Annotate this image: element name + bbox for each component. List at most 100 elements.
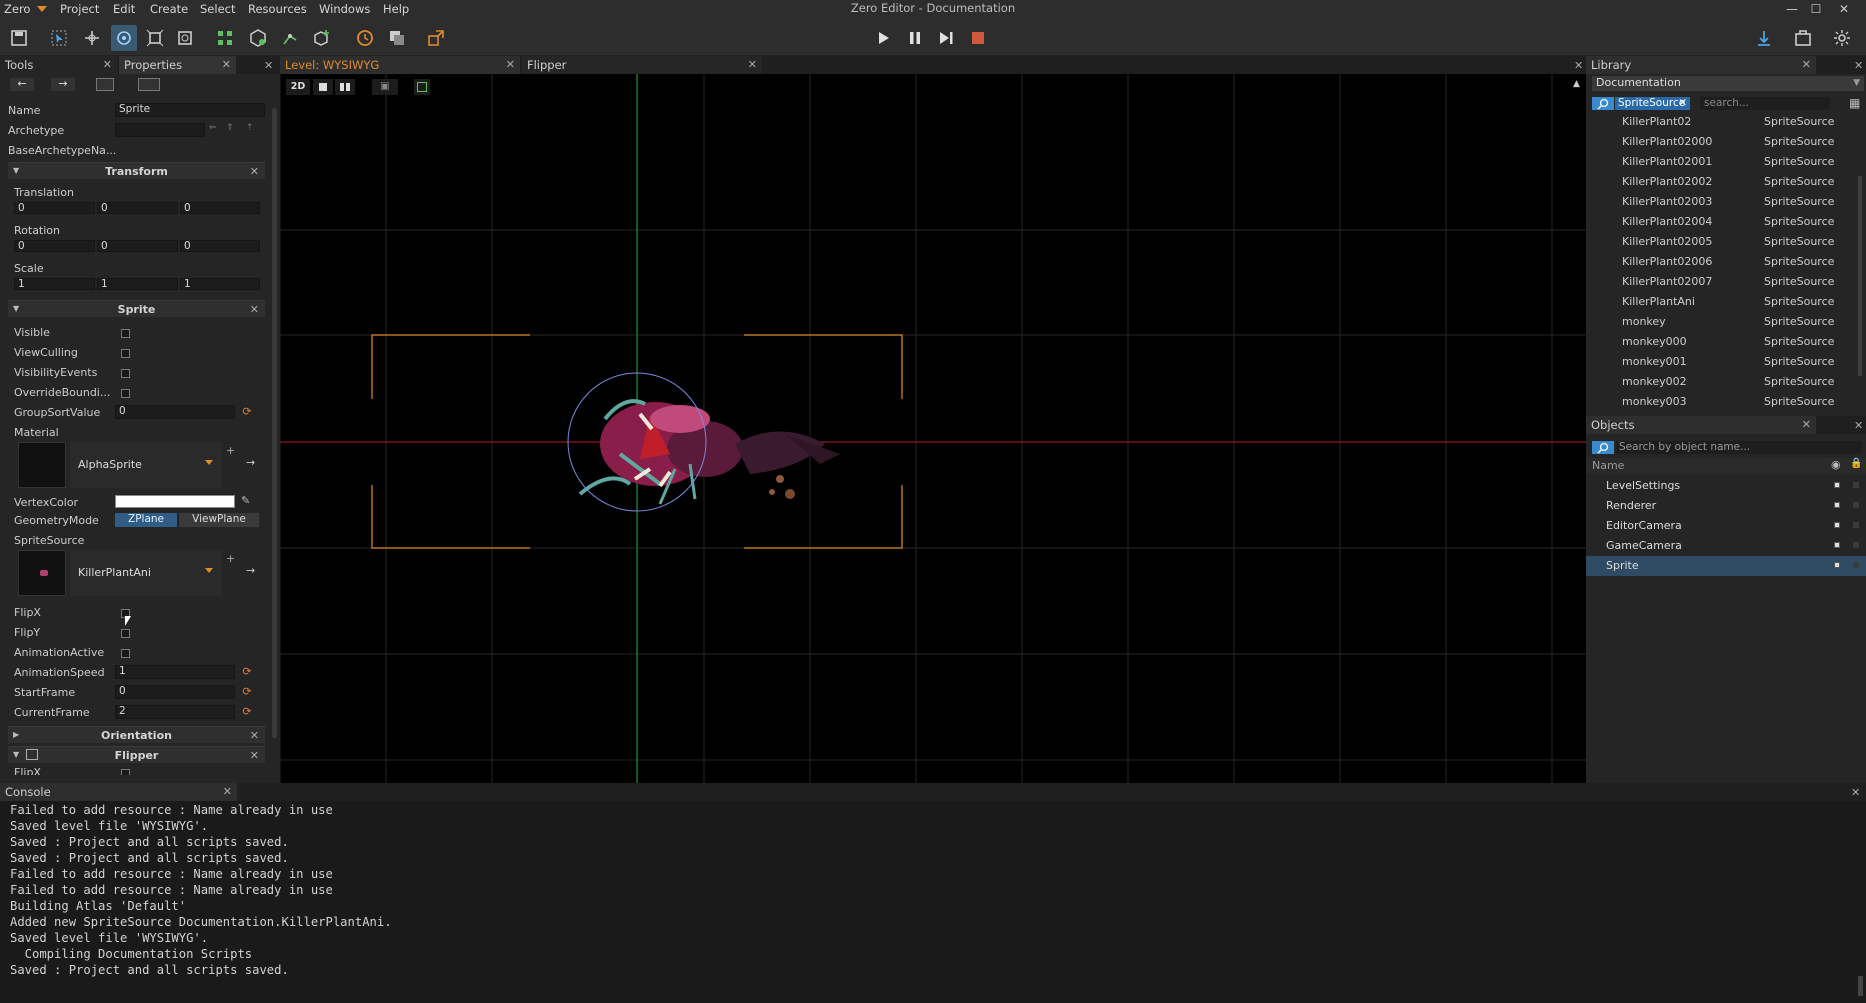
- back-arrow-icon[interactable]: ←: [10, 78, 34, 91]
- start-frame-field[interactable]: 0: [115, 685, 235, 699]
- archetype-field[interactable]: [115, 123, 205, 137]
- close-icon[interactable]: ✕: [222, 56, 231, 74]
- tab-library[interactable]: Library ✕: [1586, 56, 1816, 74]
- play-button[interactable]: [870, 25, 896, 51]
- archetype-upload-icon[interactable]: [138, 78, 160, 91]
- close-icon[interactable]: ✕: [1851, 786, 1860, 799]
- library-item[interactable]: KillerPlant02 SpriteSource: [1587, 112, 1857, 132]
- dropdown-arrow-icon[interactable]: ▼: [1853, 76, 1860, 90]
- library-item[interactable]: monkey SpriteSource: [1587, 312, 1857, 332]
- grid-toggle-button[interactable]: [414, 79, 430, 95]
- properties-scrollbar[interactable]: [272, 108, 277, 738]
- package-icon[interactable]: [1790, 25, 1816, 51]
- tab-console[interactable]: Console ✕: [0, 783, 237, 801]
- rotation-y-field[interactable]: 0: [97, 240, 178, 252]
- reset-icon[interactable]: ⟳: [240, 665, 254, 679]
- translate-tool-icon[interactable]: [79, 25, 105, 51]
- library-search-input[interactable]: search...: [1700, 97, 1830, 110]
- visibility-toggle-icon[interactable]: [1834, 522, 1840, 528]
- sprite-source-selector[interactable]: KillerPlantAni: [70, 550, 222, 596]
- save-icon[interactable]: [6, 25, 32, 51]
- close-icon[interactable]: ✕: [748, 56, 757, 74]
- library-item[interactable]: KillerPlant02004 SpriteSource: [1587, 212, 1857, 232]
- search-icon[interactable]: [1592, 97, 1614, 110]
- orientation-section-header[interactable]: ▶ Orientation ✕: [8, 726, 265, 743]
- name-field[interactable]: Sprite: [115, 103, 265, 117]
- grid-snap-icon[interactable]: [212, 25, 238, 51]
- object-row[interactable]: Renderer: [1586, 496, 1866, 516]
- grid-view-icon[interactable]: ▦: [1849, 97, 1862, 110]
- column-name-header[interactable]: Name: [1592, 459, 1624, 472]
- frame-icon[interactable]: [96, 78, 114, 91]
- vertex-color-swatch[interactable]: [115, 495, 235, 508]
- camera-icon[interactable]: ▣: [372, 79, 398, 95]
- close-icon[interactable]: ✕: [264, 59, 273, 72]
- library-item[interactable]: KillerPlant02000 SpriteSource: [1587, 132, 1857, 152]
- export-icon[interactable]: [423, 25, 449, 51]
- console-scrollbar[interactable]: [1858, 976, 1863, 996]
- visibility-toggle-icon[interactable]: [1834, 542, 1840, 548]
- split-view-button[interactable]: [335, 79, 355, 95]
- tab-properties[interactable]: Properties ✕: [119, 56, 236, 74]
- tab-flipper[interactable]: Flipper ✕: [522, 56, 762, 74]
- scale-y-field[interactable]: 1: [97, 278, 178, 290]
- time-icon[interactable]: [352, 25, 378, 51]
- library-item[interactable]: KillerPlantAni SpriteSource: [1587, 292, 1857, 312]
- flipper-flipx-checkbox[interactable]: [121, 769, 130, 775]
- visibility-toggle-icon[interactable]: [1834, 562, 1840, 568]
- rotate-tool-icon[interactable]: [111, 25, 137, 51]
- visible-checkbox[interactable]: [121, 329, 130, 338]
- lock-toggle-icon[interactable]: [1853, 542, 1859, 548]
- settings-icon[interactable]: [1829, 25, 1855, 51]
- scale-z-field[interactable]: 1: [180, 278, 260, 290]
- object-row[interactable]: Sprite: [1586, 556, 1866, 576]
- current-frame-field[interactable]: 2: [115, 705, 235, 719]
- mode-2d-button[interactable]: 2D: [286, 79, 310, 95]
- close-icon[interactable]: ✕: [1802, 56, 1811, 74]
- reset-icon[interactable]: ⟳: [240, 685, 254, 699]
- library-item[interactable]: monkey003 SpriteSource: [1587, 392, 1857, 412]
- console-output[interactable]: Failed to add resource : Name already in…: [0, 803, 1860, 983]
- archetype-icon[interactable]: [245, 25, 271, 51]
- library-item[interactable]: monkey001 SpriteSource: [1587, 352, 1857, 372]
- object-row[interactable]: LevelSettings: [1586, 476, 1866, 496]
- close-icon[interactable]: ✕: [103, 56, 112, 74]
- remove-component-icon[interactable]: ✕: [250, 165, 259, 178]
- dropdown-arrow-icon[interactable]: [205, 460, 213, 465]
- library-scrollbar[interactable]: [1858, 176, 1862, 376]
- library-item[interactable]: KillerPlant02006 SpriteSource: [1587, 252, 1857, 272]
- filter-tag[interactable]: SpriteSource ✕: [1615, 97, 1690, 110]
- translation-z-field[interactable]: 0: [180, 202, 260, 214]
- flipy-checkbox[interactable]: [121, 629, 130, 638]
- layers-icon[interactable]: [384, 25, 410, 51]
- goto-arrow-icon[interactable]: →: [246, 564, 255, 577]
- minimize-icon[interactable]: —: [1784, 1, 1800, 17]
- lock-toggle-icon[interactable]: [1853, 562, 1859, 568]
- archetype-save-icon[interactable]: ⇑: [226, 123, 238, 135]
- camera-mode-button[interactable]: [313, 79, 333, 95]
- close-icon[interactable]: ✕: [1854, 59, 1863, 72]
- close-icon[interactable]: ✕: [1802, 416, 1811, 434]
- library-item[interactable]: monkey002 SpriteSource: [1587, 372, 1857, 392]
- maximize-icon[interactable]: ☐: [1808, 1, 1824, 17]
- add-icon[interactable]: +: [226, 444, 235, 457]
- animation-active-checkbox[interactable]: [121, 649, 130, 658]
- lock-toggle-icon[interactable]: [1853, 522, 1859, 528]
- search-icon[interactable]: [1592, 441, 1614, 454]
- flipper-section-header[interactable]: ▼ Flipper ✕: [8, 746, 265, 763]
- eye-icon[interactable]: ◉: [1831, 458, 1841, 471]
- goto-arrow-icon[interactable]: →: [246, 456, 255, 469]
- translation-y-field[interactable]: 0: [97, 202, 178, 214]
- override-bounding-checkbox[interactable]: [121, 389, 130, 398]
- close-window-icon[interactable]: ✕: [1836, 1, 1852, 17]
- object-row[interactable]: GameCamera: [1586, 536, 1866, 556]
- scale-x-field[interactable]: 1: [14, 278, 95, 290]
- sprite-section-header[interactable]: ▼ Sprite ✕: [8, 300, 265, 317]
- visibility-toggle-icon[interactable]: [1834, 502, 1840, 508]
- pause-button[interactable]: [902, 25, 928, 51]
- translation-x-field[interactable]: 0: [14, 202, 95, 214]
- remove-component-icon[interactable]: ✕: [250, 303, 259, 316]
- eyedropper-icon[interactable]: ✎: [241, 494, 250, 507]
- download-icon[interactable]: [1751, 25, 1777, 51]
- stop-button[interactable]: [965, 25, 991, 51]
